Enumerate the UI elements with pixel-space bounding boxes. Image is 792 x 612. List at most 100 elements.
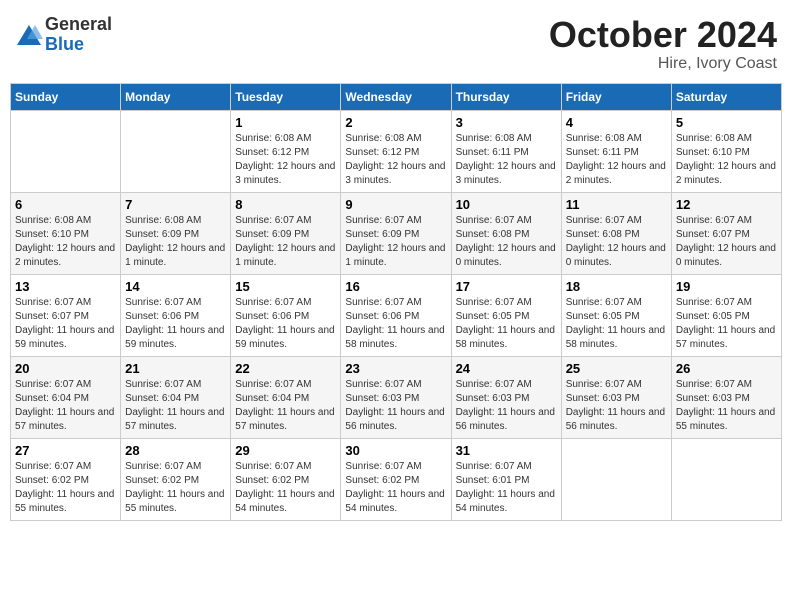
logo-icon (15, 21, 43, 49)
calendar-cell: 27 Sunrise: 6:07 AM Sunset: 6:02 PM Dayli… (11, 438, 121, 520)
calendar-cell: 2Sunrise: 6:08 AM Sunset: 6:12 PM Daylig… (341, 110, 451, 192)
calendar-cell: 29 Sunrise: 6:07 AM Sunset: 6:02 PM Dayli… (231, 438, 341, 520)
calendar-cell (561, 438, 671, 520)
day-info: Sunrise: 6:08 AM Sunset: 6:12 PM Dayligh… (345, 132, 446, 188)
col-thursday: Thursday (451, 83, 561, 110)
calendar-cell: 17 Sunrise: 6:07 AM Sunset: 6:05 PM Dayli… (451, 274, 561, 356)
day-info: Sunrise: 6:07 AM Sunset: 6:06 PM Dayligh… (125, 296, 226, 352)
calendar-week-3: 13 Sunrise: 6:07 AM Sunset: 6:07 PM Dayli… (11, 274, 782, 356)
day-number: 7 (125, 197, 226, 212)
day-info: Sunrise: 6:07 AM Sunset: 6:01 PM Dayligh… (456, 460, 557, 516)
day-info: Sunrise: 6:07 AM Sunset: 6:07 PM Dayligh… (676, 214, 777, 270)
day-number: 26 (676, 361, 777, 376)
day-number: 12 (676, 197, 777, 212)
day-info: Sunrise: 6:07 AM Sunset: 6:04 PM Dayligh… (125, 378, 226, 434)
day-number: 24 (456, 361, 557, 376)
day-info: Sunrise: 6:08 AM Sunset: 6:10 PM Dayligh… (15, 214, 116, 270)
day-info: Sunrise: 6:07 AM Sunset: 6:06 PM Dayligh… (345, 296, 446, 352)
calendar-cell (121, 110, 231, 192)
calendar-cell: 25Sunrise: 6:07 AM Sunset: 6:03 PM Dayli… (561, 356, 671, 438)
day-info: Sunrise: 6:07 AM Sunset: 6:07 PM Dayligh… (15, 296, 116, 352)
day-number: 8 (235, 197, 336, 212)
month-title: October 2024 (549, 15, 777, 55)
calendar-header-row: Sunday Monday Tuesday Wednesday Thursday… (11, 83, 782, 110)
day-info: Sunrise: 6:07 AM Sunset: 6:05 PM Dayligh… (456, 296, 557, 352)
day-info: Sunrise: 6:07 AM Sunset: 6:09 PM Dayligh… (345, 214, 446, 270)
day-number: 25 (566, 361, 667, 376)
logo-text: General Blue (45, 15, 112, 55)
calendar-cell: 31 Sunrise: 6:07 AM Sunset: 6:01 PM Dayli… (451, 438, 561, 520)
calendar-cell: 9 Sunrise: 6:07 AM Sunset: 6:09 PM Daylig… (341, 192, 451, 274)
calendar-cell: 7 Sunrise: 6:08 AM Sunset: 6:09 PM Daylig… (121, 192, 231, 274)
logo: General Blue (15, 15, 112, 55)
calendar-cell: 22Sunrise: 6:07 AM Sunset: 6:04 PM Dayli… (231, 356, 341, 438)
day-number: 19 (676, 279, 777, 294)
calendar-cell: 21 Sunrise: 6:07 AM Sunset: 6:04 PM Dayli… (121, 356, 231, 438)
day-info: Sunrise: 6:07 AM Sunset: 6:02 PM Dayligh… (125, 460, 226, 516)
calendar-cell: 18 Sunrise: 6:07 AM Sunset: 6:05 PM Dayli… (561, 274, 671, 356)
calendar-week-4: 20Sunrise: 6:07 AM Sunset: 6:04 PM Dayli… (11, 356, 782, 438)
day-number: 17 (456, 279, 557, 294)
day-number: 1 (235, 115, 336, 130)
day-number: 21 (125, 361, 226, 376)
logo-blue: Blue (45, 35, 112, 55)
calendar-cell (11, 110, 121, 192)
day-number: 18 (566, 279, 667, 294)
day-info: Sunrise: 6:07 AM Sunset: 6:02 PM Dayligh… (235, 460, 336, 516)
day-number: 29 (235, 443, 336, 458)
day-info: Sunrise: 6:07 AM Sunset: 6:03 PM Dayligh… (456, 378, 557, 434)
logo-general: General (45, 15, 112, 35)
day-number: 28 (125, 443, 226, 458)
location: Hire, Ivory Coast (549, 55, 777, 73)
day-info: Sunrise: 6:07 AM Sunset: 6:05 PM Dayligh… (566, 296, 667, 352)
day-number: 22 (235, 361, 336, 376)
day-number: 15 (235, 279, 336, 294)
calendar-cell: 6 Sunrise: 6:08 AM Sunset: 6:10 PM Daylig… (11, 192, 121, 274)
calendar-cell: 20Sunrise: 6:07 AM Sunset: 6:04 PM Dayli… (11, 356, 121, 438)
day-number: 9 (345, 197, 446, 212)
day-info: Sunrise: 6:07 AM Sunset: 6:08 PM Dayligh… (456, 214, 557, 270)
calendar-cell: 1 Sunrise: 6:08 AM Sunset: 6:12 PM Daylig… (231, 110, 341, 192)
calendar-cell: 28 Sunrise: 6:07 AM Sunset: 6:02 PM Dayli… (121, 438, 231, 520)
page-header: General Blue October 2024 Hire, Ivory Co… (10, 10, 782, 73)
calendar-week-2: 6 Sunrise: 6:08 AM Sunset: 6:10 PM Daylig… (11, 192, 782, 274)
day-info: Sunrise: 6:07 AM Sunset: 6:02 PM Dayligh… (15, 460, 116, 516)
col-sunday: Sunday (11, 83, 121, 110)
day-info: Sunrise: 6:07 AM Sunset: 6:03 PM Dayligh… (345, 378, 446, 434)
calendar-cell: 11Sunrise: 6:07 AM Sunset: 6:08 PM Dayli… (561, 192, 671, 274)
day-number: 31 (456, 443, 557, 458)
day-info: Sunrise: 6:08 AM Sunset: 6:11 PM Dayligh… (456, 132, 557, 188)
calendar-table: Sunday Monday Tuesday Wednesday Thursday… (10, 83, 782, 521)
calendar-cell: 15 Sunrise: 6:07 AM Sunset: 6:06 PM Dayli… (231, 274, 341, 356)
day-info: Sunrise: 6:08 AM Sunset: 6:12 PM Dayligh… (235, 132, 336, 188)
calendar-cell: 8 Sunrise: 6:07 AM Sunset: 6:09 PM Daylig… (231, 192, 341, 274)
day-number: 6 (15, 197, 116, 212)
calendar-cell: 5Sunrise: 6:08 AM Sunset: 6:10 PM Daylig… (671, 110, 781, 192)
month-info: October 2024 Hire, Ivory Coast (549, 15, 777, 73)
day-number: 10 (456, 197, 557, 212)
col-monday: Monday (121, 83, 231, 110)
day-info: Sunrise: 6:07 AM Sunset: 6:06 PM Dayligh… (235, 296, 336, 352)
day-number: 13 (15, 279, 116, 294)
day-info: Sunrise: 6:08 AM Sunset: 6:11 PM Dayligh… (566, 132, 667, 188)
col-saturday: Saturday (671, 83, 781, 110)
day-info: Sunrise: 6:07 AM Sunset: 6:08 PM Dayligh… (566, 214, 667, 270)
calendar-cell: 26 Sunrise: 6:07 AM Sunset: 6:03 PM Dayli… (671, 356, 781, 438)
day-info: Sunrise: 6:07 AM Sunset: 6:09 PM Dayligh… (235, 214, 336, 270)
col-wednesday: Wednesday (341, 83, 451, 110)
day-number: 27 (15, 443, 116, 458)
day-info: Sunrise: 6:08 AM Sunset: 6:09 PM Dayligh… (125, 214, 226, 270)
day-info: Sunrise: 6:07 AM Sunset: 6:04 PM Dayligh… (15, 378, 116, 434)
col-tuesday: Tuesday (231, 83, 341, 110)
calendar-cell: 4Sunrise: 6:08 AM Sunset: 6:11 PM Daylig… (561, 110, 671, 192)
calendar-cell: 12 Sunrise: 6:07 AM Sunset: 6:07 PM Dayli… (671, 192, 781, 274)
calendar-cell: 16Sunrise: 6:07 AM Sunset: 6:06 PM Dayli… (341, 274, 451, 356)
calendar-cell: 13 Sunrise: 6:07 AM Sunset: 6:07 PM Dayli… (11, 274, 121, 356)
day-number: 14 (125, 279, 226, 294)
day-info: Sunrise: 6:07 AM Sunset: 6:03 PM Dayligh… (676, 378, 777, 434)
day-number: 5 (676, 115, 777, 130)
calendar-cell: 19Sunrise: 6:07 AM Sunset: 6:05 PM Dayli… (671, 274, 781, 356)
calendar-cell: 14 Sunrise: 6:07 AM Sunset: 6:06 PM Dayli… (121, 274, 231, 356)
day-number: 30 (345, 443, 446, 458)
day-number: 3 (456, 115, 557, 130)
